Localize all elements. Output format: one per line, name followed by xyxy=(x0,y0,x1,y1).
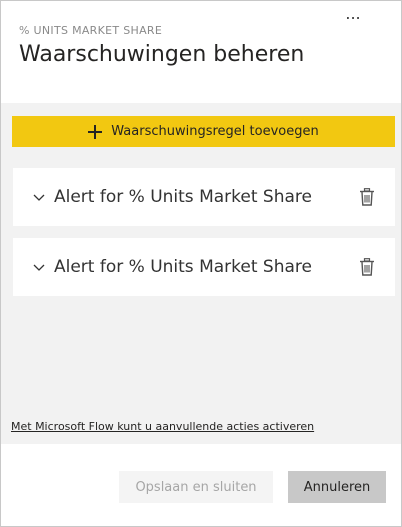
chevron-down-icon[interactable] xyxy=(32,190,46,204)
save-and-close-button[interactable]: Opslaan en sluiten xyxy=(119,471,273,503)
more-icon: ... xyxy=(345,4,361,23)
alert-item-label: Alert for % Units Market Share xyxy=(54,257,312,277)
trash-icon[interactable] xyxy=(359,188,375,206)
trash-icon[interactable] xyxy=(359,258,375,276)
alert-item[interactable]: Alert for % Units Market Share xyxy=(13,168,395,226)
alerts-body: Waarschuwingsregel toevoegen Alert for %… xyxy=(1,103,401,444)
plus-icon xyxy=(88,124,103,139)
pane-footer: Opslaan en sluiten Annuleren xyxy=(1,444,401,526)
pane-title: Waarschuwingen beheren xyxy=(19,42,305,67)
pane-subtitle: % UNITS MARKET SHARE xyxy=(19,24,163,37)
alert-item-label: Alert for % Units Market Share xyxy=(54,187,312,207)
more-options-button[interactable]: ... xyxy=(339,5,367,27)
cancel-button[interactable]: Annuleren xyxy=(288,471,386,503)
manage-alerts-pane: % UNITS MARKET SHARE ... Waarschuwingen … xyxy=(0,0,402,527)
pane-header: % UNITS MARKET SHARE ... Waarschuwingen … xyxy=(1,1,401,103)
chevron-down-icon[interactable] xyxy=(32,260,46,274)
alert-item[interactable]: Alert for % Units Market Share xyxy=(13,238,395,296)
microsoft-flow-link[interactable]: Met Microsoft Flow kunt u aanvullende ac… xyxy=(11,420,314,433)
add-alert-rule-label: Waarschuwingsregel toevoegen xyxy=(111,124,319,139)
add-alert-rule-button[interactable]: Waarschuwingsregel toevoegen xyxy=(12,116,395,147)
